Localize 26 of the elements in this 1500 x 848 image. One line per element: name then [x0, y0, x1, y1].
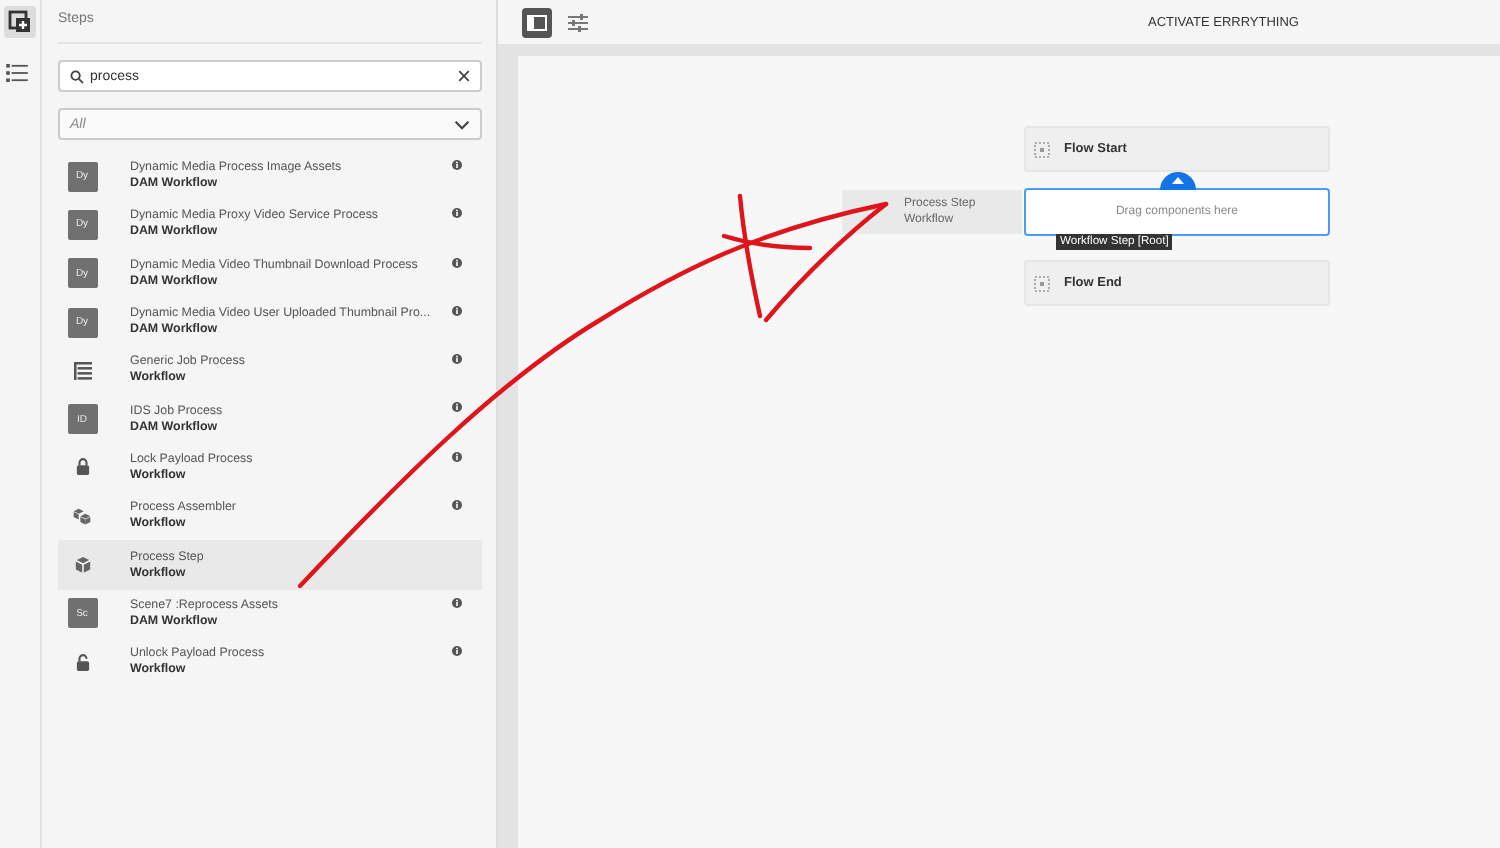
cross-mark	[721, 193, 813, 319]
list-icon	[73, 361, 91, 380]
panel-toggle-icon[interactable]	[522, 7, 552, 37]
grid-icon	[1034, 141, 1050, 157]
insert-arrow-icon[interactable]	[1160, 170, 1196, 190]
info-icon[interactable]	[452, 500, 462, 511]
info-icon[interactable]	[452, 354, 462, 365]
grid-icon	[1034, 275, 1050, 291]
unlock-icon	[75, 653, 89, 672]
info-icon[interactable]	[452, 451, 462, 462]
info-icon[interactable]	[452, 305, 462, 316]
info-icon[interactable]	[452, 597, 462, 608]
info-icon[interactable]	[452, 208, 462, 219]
info-icon[interactable]	[452, 402, 462, 413]
lock-icon	[75, 458, 89, 477]
info-icon[interactable]	[452, 160, 462, 170]
add-step-icon[interactable]	[4, 6, 36, 38]
chevron-icon	[454, 119, 470, 129]
cube-icon	[73, 556, 91, 575]
info-icon[interactable]	[452, 257, 462, 268]
info-icon[interactable]	[452, 645, 462, 656]
clear-icon[interactable]	[458, 70, 470, 82]
boxes-icon	[72, 507, 92, 526]
list-icon[interactable]	[6, 64, 28, 82]
settings-sliders-icon[interactable]	[568, 13, 588, 31]
search-icon	[70, 69, 84, 83]
